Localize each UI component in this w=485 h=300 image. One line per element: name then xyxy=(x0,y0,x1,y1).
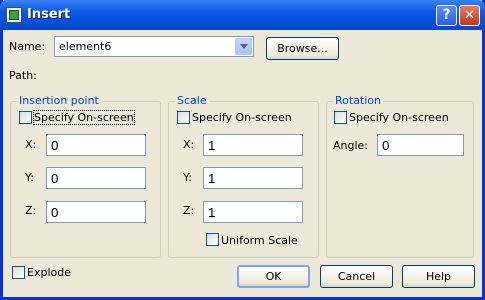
rotation-specify-checkbox[interactable] xyxy=(334,111,347,124)
scale-x-field[interactable] xyxy=(203,134,303,156)
title-bar[interactable]: Insert ? ✕ xyxy=(0,0,485,30)
scale-x-label: X: xyxy=(183,138,195,151)
angle-field[interactable] xyxy=(377,134,464,156)
help-button[interactable]: Help xyxy=(402,265,475,288)
close-icon[interactable]: ✕ xyxy=(459,5,480,26)
insertion-specify-label: Specify On-screen xyxy=(33,110,135,125)
name-label: Name: xyxy=(9,40,46,53)
insertion-point-title: Insertion point xyxy=(17,94,101,107)
insertion-x-label: X: xyxy=(25,138,37,151)
scale-title: Scale xyxy=(175,94,209,107)
rotation-group: Rotation xyxy=(326,94,474,258)
scale-z-label: Z: xyxy=(183,204,195,217)
cancel-button[interactable]: Cancel xyxy=(320,265,393,288)
name-value: element6 xyxy=(59,40,112,53)
insertion-specify-checkbox[interactable] xyxy=(19,111,32,124)
window-title: Insert xyxy=(27,7,71,22)
scale-specify-checkbox[interactable] xyxy=(177,111,190,124)
rotation-title: Rotation xyxy=(333,94,384,107)
insertion-y-label: Y: xyxy=(25,171,34,184)
ok-button[interactable]: OK xyxy=(237,265,310,288)
explode-label: Explode xyxy=(27,266,71,279)
scale-y-field[interactable] xyxy=(203,167,303,189)
scale-y-label: Y: xyxy=(183,171,192,184)
angle-label: Angle: xyxy=(333,139,369,152)
scale-specify-label: Specify On-screen xyxy=(192,111,292,124)
uniform-scale-checkbox[interactable] xyxy=(206,233,219,246)
rotation-specify-label: Specify On-screen xyxy=(349,111,449,124)
chevron-down-icon[interactable] xyxy=(235,38,252,55)
name-combobox[interactable]: element6 xyxy=(54,36,254,57)
explode-checkbox[interactable] xyxy=(12,266,25,279)
app-icon xyxy=(6,7,22,23)
help-icon[interactable]: ? xyxy=(436,5,457,26)
uniform-scale-label: Uniform Scale xyxy=(221,234,298,247)
path-label: Path: xyxy=(9,69,37,82)
insertion-x-field[interactable] xyxy=(46,134,146,156)
insertion-z-field[interactable] xyxy=(46,201,146,223)
insertion-y-field[interactable] xyxy=(46,167,146,189)
scale-z-field[interactable] xyxy=(203,201,303,223)
browse-button[interactable]: Browse... xyxy=(266,37,339,60)
insertion-z-label: Z: xyxy=(25,204,37,217)
